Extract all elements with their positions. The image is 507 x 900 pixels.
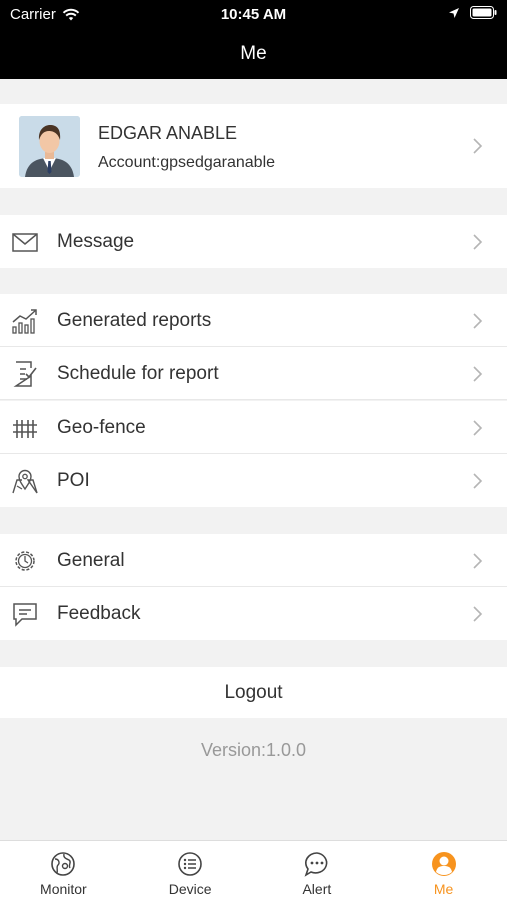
menu-item-message[interactable]: Message	[0, 215, 507, 268]
chevron-right-icon	[473, 473, 483, 489]
chevron-right-icon	[473, 313, 483, 329]
menu-item-general[interactable]: General	[0, 534, 507, 587]
chevron-right-icon	[473, 606, 483, 622]
globe-icon	[51, 852, 76, 876]
chevron-right-icon	[473, 366, 483, 382]
gear-icon	[15, 551, 35, 571]
tab-monitor[interactable]: Monitor	[0, 841, 127, 900]
menu-label-message: Message	[57, 231, 135, 252]
user-profile-icon	[431, 852, 456, 876]
tab-bar: Monitor Device Alert Me	[0, 840, 507, 900]
tab-device[interactable]: Device	[127, 841, 254, 900]
chevron-right-icon	[473, 553, 483, 569]
list-icon	[178, 852, 202, 876]
chat-bubble-icon	[304, 852, 328, 877]
tab-label-alert: Alert	[302, 881, 332, 897]
tab-alert[interactable]: Alert	[254, 841, 381, 900]
chevron-right-icon	[473, 138, 483, 154]
status-right	[448, 6, 497, 19]
status-time: 10:45 AM	[220, 6, 287, 23]
map-pin-icon	[12, 469, 38, 494]
menu-item-geo-fence[interactable]: Geo-fence	[0, 401, 507, 454]
menu-label-poi: POI	[57, 470, 90, 491]
menu-item-schedule-report[interactable]: Schedule for report	[0, 347, 507, 400]
fence-icon	[13, 420, 37, 438]
tab-label-device: Device	[168, 881, 212, 897]
tab-label-me: Me	[433, 881, 454, 897]
battery-icon	[470, 6, 497, 19]
version-text: Version:1.0.0	[200, 740, 307, 760]
menu-item-poi[interactable]: POI	[0, 454, 507, 507]
menu-label-feedback: Feedback	[57, 603, 141, 624]
profile-name: EDGAR ANABLE	[98, 123, 238, 143]
location-arrow-icon	[449, 7, 459, 18]
feedback-chat-icon	[13, 603, 37, 627]
tab-me[interactable]: Me	[380, 841, 507, 900]
avatar	[19, 116, 80, 177]
profile-account: Account:gpsedgaranable	[98, 154, 276, 171]
tab-label-monitor: Monitor	[40, 881, 87, 897]
nav-bar: Me	[0, 30, 507, 79]
mail-icon	[12, 233, 38, 252]
logout-button[interactable]: Logout	[0, 667, 507, 718]
profile-card[interactable]: EDGAR ANABLE Account:gpsedgaranable	[0, 104, 507, 188]
logout-label: Logout	[224, 682, 283, 703]
menu-item-feedback[interactable]: Feedback	[0, 587, 507, 640]
page-title: Me	[240, 43, 267, 64]
chart-trend-icon	[12, 309, 37, 334]
menu-item-generated-reports[interactable]: Generated reports	[0, 294, 507, 347]
status-bar: Carrier 10:45 AM	[0, 0, 507, 30]
schedule-document-icon	[13, 361, 37, 387]
chevron-right-icon	[473, 420, 483, 436]
menu-label-schedule-report: Schedule for report	[57, 363, 219, 384]
menu-label-general: General	[57, 550, 125, 571]
chevron-right-icon	[473, 234, 483, 250]
menu-label-geo-fence: Geo-fence	[57, 417, 146, 438]
menu-label-generated-reports: Generated reports	[57, 310, 212, 331]
